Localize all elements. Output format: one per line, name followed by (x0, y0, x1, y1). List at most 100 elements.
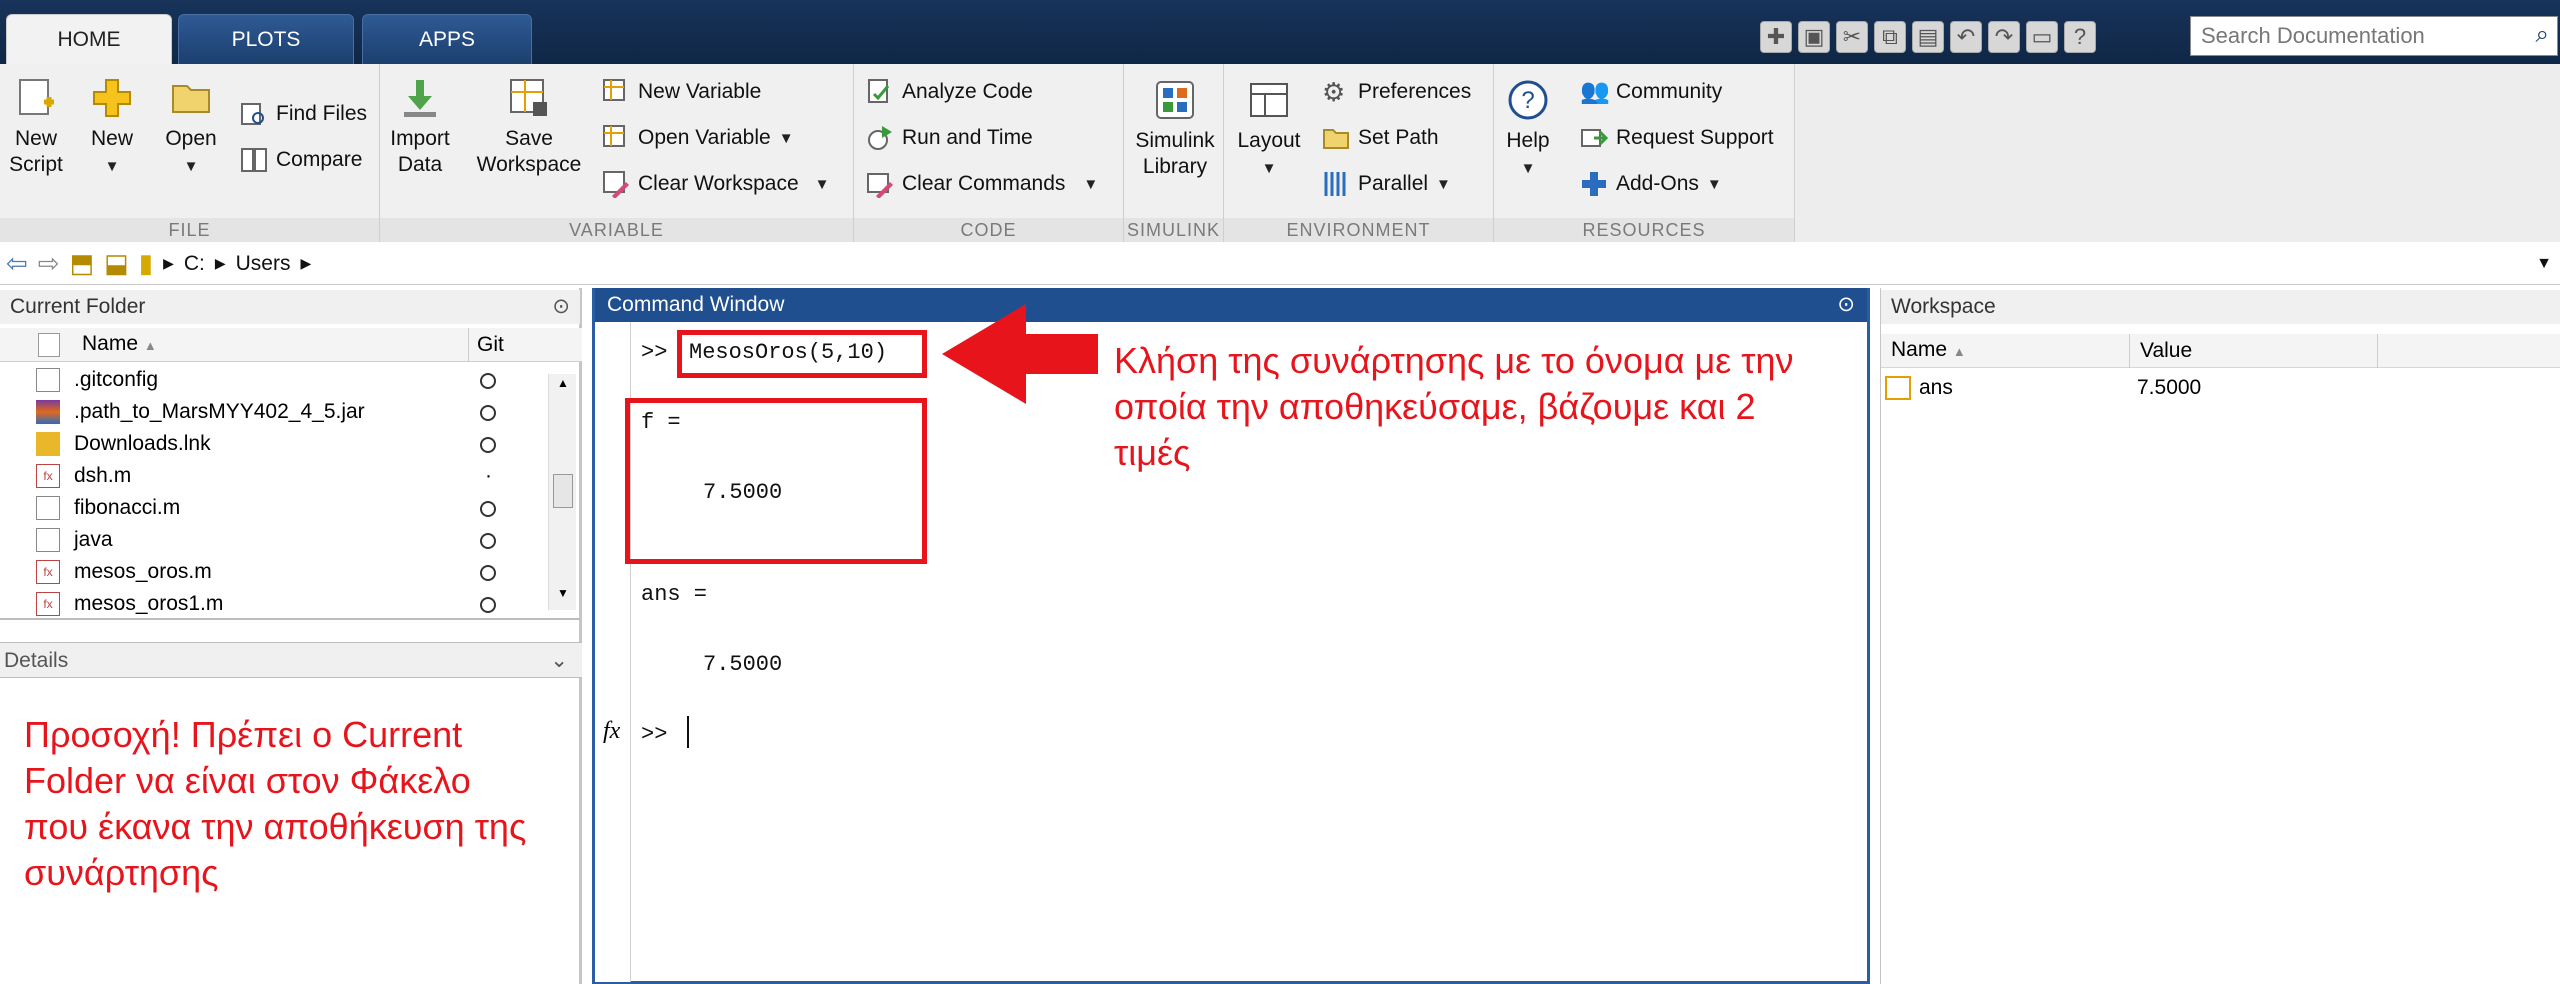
layout-button[interactable]: Layout ▼ (1228, 78, 1310, 182)
file-icon (36, 368, 60, 392)
open-button[interactable]: Open ▼ (160, 76, 222, 180)
save-workspace-button[interactable]: Save Workspace (474, 76, 584, 178)
parallel-button[interactable]: Parallel ▼ (1322, 170, 1451, 198)
add-ons-label: Add-Ons (1616, 172, 1699, 195)
scroll-up-icon[interactable]: ▲ (557, 376, 569, 390)
find-files-button[interactable]: Find Files (240, 100, 367, 128)
plus-icon (93, 79, 131, 117)
clear-commands-label: Clear Commands (902, 172, 1066, 195)
request-support-label: Request Support (1616, 126, 1774, 149)
tab-home[interactable]: HOME (6, 14, 172, 64)
workspace-name-column[interactable]: Name ▲ (1891, 338, 1966, 362)
copy-icon[interactable]: ⧉ (1874, 21, 1906, 53)
text-cursor[interactable] (687, 716, 689, 748)
file-type-column-icon[interactable] (38, 333, 60, 357)
undo-icon[interactable]: ↶ (1950, 21, 1982, 53)
cut-icon[interactable]: ✂ (1836, 21, 1868, 53)
breadcrumb-folder[interactable]: Users (236, 252, 291, 276)
panel-menu-icon[interactable]: ⊙ (552, 290, 570, 324)
save-icon[interactable]: ▣ (1798, 21, 1830, 53)
file-row[interactable]: Downloads.lnk (0, 428, 540, 460)
preferences-button[interactable]: ⚙ Preferences (1322, 78, 1471, 106)
chevron-down-icon[interactable]: ⌄ (550, 643, 568, 679)
git-column-header[interactable]: Git (468, 328, 504, 362)
new-variable-button[interactable]: New Variable (602, 78, 761, 106)
compare-icon (241, 148, 267, 172)
file-row[interactable]: fx mesos_oros.m (0, 556, 540, 588)
help-icon[interactable]: ? (2064, 21, 2096, 53)
workspace-panel: Workspace Name ▲ Value ans 7.5000 (1880, 288, 2560, 984)
file-row[interactable]: fx dsh.m · (0, 460, 540, 492)
up-folder-icon[interactable]: ⬒ (70, 248, 95, 279)
request-support-icon (1581, 129, 1608, 147)
clear-workspace-button[interactable]: Clear Workspace ▼ (602, 170, 830, 198)
search-icon[interactable]: ⌕ (2536, 21, 2549, 49)
community-button[interactable]: 👥 Community (1580, 78, 1722, 106)
address-dropdown-icon[interactable]: ▼ (2536, 255, 2552, 273)
open-variable-icon (603, 125, 625, 147)
redo-icon[interactable]: ↷ (1988, 21, 2020, 53)
section-code: Analyze Code Run and Time Clear Commands… (854, 64, 1124, 242)
set-path-button[interactable]: Set Path (1322, 124, 1439, 152)
svg-text:?: ? (1521, 87, 1534, 114)
chevron-down-icon: ▼ (183, 158, 199, 175)
help-button[interactable]: ? Help ▼ (1500, 78, 1556, 182)
scroll-down-icon[interactable]: ▼ (557, 586, 569, 600)
new-script-button[interactable]: New Script (6, 76, 66, 178)
forward-arrow-icon[interactable]: ⇨ (38, 248, 60, 279)
run-and-time-button[interactable]: Run and Time (866, 124, 1033, 152)
details-label: Details (4, 649, 69, 672)
file-row[interactable]: java (0, 524, 540, 556)
section-simulink: Simulink Library SIMULINK (1124, 64, 1224, 242)
simulink-library-button[interactable]: Simulink Library (1132, 78, 1218, 180)
workspace-value-column[interactable]: Value (2129, 334, 2192, 368)
search-documentation-input[interactable]: Search Documentation ⌕ (2190, 16, 2558, 56)
chevron-down-icon: ▼ (1520, 160, 1536, 177)
analyze-code-button[interactable]: Analyze Code (866, 78, 1033, 106)
clear-commands-button[interactable]: Clear Commands ▼ (866, 170, 1098, 198)
new-label: New (90, 127, 133, 150)
new-button[interactable]: New ▼ (84, 76, 140, 180)
panel-menu-icon[interactable]: ⊙ (1837, 288, 1855, 322)
switch-windows-icon[interactable]: ▭ (2026, 21, 2058, 53)
simulink-library-icon (1156, 81, 1194, 119)
file-list-scrollbar[interactable]: ▲ ▼ (548, 374, 576, 610)
file-name: .path_to_MarsMYY402_4_5.jar (74, 400, 365, 423)
breadcrumb-drive[interactable]: C: (184, 252, 205, 276)
analyze-code-label: Analyze Code (902, 80, 1033, 103)
paste-icon[interactable]: ▤ (1912, 21, 1944, 53)
scroll-thumb[interactable] (553, 474, 573, 508)
add-ons-button[interactable]: Add-Ons ▼ (1580, 170, 1722, 198)
function-browser-icon[interactable]: fx (603, 718, 620, 745)
details-header[interactable]: Details ⌄ (0, 642, 582, 678)
back-arrow-icon[interactable]: ⇦ (6, 248, 28, 279)
new-script-quick-icon[interactable]: ✚ (1760, 21, 1792, 53)
shortcut-icon (36, 432, 60, 456)
file-row[interactable]: fibonacci.m (0, 492, 540, 524)
name-column-header[interactable]: Name ▲ (82, 332, 157, 356)
tab-plots[interactable]: PLOTS (178, 14, 354, 64)
file-name: fibonacci.m (74, 496, 181, 519)
request-support-button[interactable]: Request Support (1580, 124, 1774, 152)
command-window-title: Command Window ⊙ (595, 288, 1867, 322)
compare-button[interactable]: Compare (240, 146, 362, 174)
file-row[interactable]: fx mesos_oros1.m (0, 588, 540, 620)
annotation-arrow (942, 304, 1098, 404)
file-name: Downloads.lnk (74, 432, 211, 455)
file-row[interactable]: .gitconfig (0, 364, 540, 396)
git-status-icon (480, 597, 496, 613)
parallel-label: Parallel (1358, 172, 1429, 195)
file-row[interactable]: .path_to_MarsMYY402_4_5.jar (0, 396, 540, 428)
command-window-title-text: Command Window (607, 293, 785, 316)
open-variable-button[interactable]: Open Variable ▼ (602, 124, 794, 152)
workspace-row[interactable]: ans 7.5000 (1881, 372, 2560, 404)
open-label: Open (165, 127, 217, 150)
variable-icon (1885, 376, 1911, 400)
browse-folder-icon[interactable]: ⬓ (104, 248, 129, 279)
import-data-button[interactable]: Import Data (388, 76, 452, 178)
output-ans-value: 7.5000 (703, 652, 783, 677)
command-text: MesosOros(5,10) (689, 340, 888, 365)
git-status-icon (480, 437, 496, 453)
tab-apps[interactable]: APPS (362, 14, 532, 64)
import-data-icon (404, 80, 436, 117)
